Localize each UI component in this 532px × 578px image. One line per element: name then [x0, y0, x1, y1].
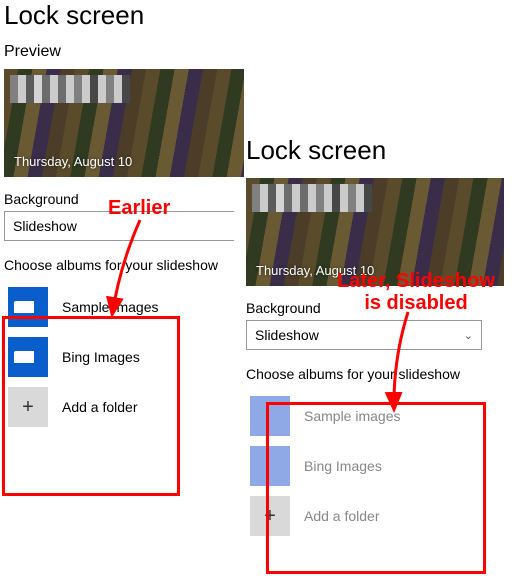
- add-folder-label: Add a folder: [304, 508, 380, 524]
- add-folder-button: + Add a folder: [250, 496, 522, 536]
- albums-label: Choose albums for your slideshow: [246, 366, 526, 382]
- folder-icon: [250, 446, 290, 486]
- albums-list-enabled: Sample images Bing Images + Add a folder: [4, 281, 249, 433]
- folder-icon: [8, 287, 48, 327]
- folder-icon: [8, 337, 48, 377]
- albums-list-disabled: Sample images Bing Images + Add a folder: [246, 390, 526, 542]
- page-title: Lock screen: [246, 135, 526, 166]
- annotation-text-earlier: Earlier: [108, 197, 170, 219]
- album-item: Bing Images: [250, 446, 522, 486]
- background-value: Slideshow: [255, 327, 319, 343]
- album-name: Bing Images: [304, 458, 382, 474]
- albums-label: Choose albums for your slideshow: [4, 257, 249, 273]
- censored-region: [252, 184, 372, 212]
- plus-icon: +: [250, 496, 290, 536]
- chevron-down-icon: ⌄: [464, 329, 473, 342]
- page-title: Lock screen: [4, 0, 249, 31]
- plus-icon: +: [8, 387, 48, 427]
- settings-panel-later: Lock screen Thursday, August 10 Backgrou…: [246, 135, 526, 542]
- album-name: Sample images: [62, 299, 159, 315]
- preview-heading: Preview: [4, 43, 249, 61]
- lockscreen-preview: Thursday, August 10: [4, 69, 244, 177]
- background-dropdown[interactable]: Slideshow ⌄: [246, 320, 482, 350]
- album-name: Bing Images: [62, 349, 140, 365]
- background-value: Slideshow: [13, 218, 77, 234]
- album-item[interactable]: Sample images: [8, 287, 245, 327]
- censored-region: [10, 75, 130, 103]
- preview-date: Thursday, August 10: [14, 154, 132, 169]
- add-folder-button[interactable]: + Add a folder: [8, 387, 245, 427]
- annotation-text-later: Later, Slideshow is disabled: [336, 270, 496, 314]
- album-item: Sample images: [250, 396, 522, 436]
- add-folder-label: Add a folder: [62, 399, 138, 415]
- album-item[interactable]: Bing Images: [8, 337, 245, 377]
- album-name: Sample images: [304, 408, 401, 424]
- folder-icon: [250, 396, 290, 436]
